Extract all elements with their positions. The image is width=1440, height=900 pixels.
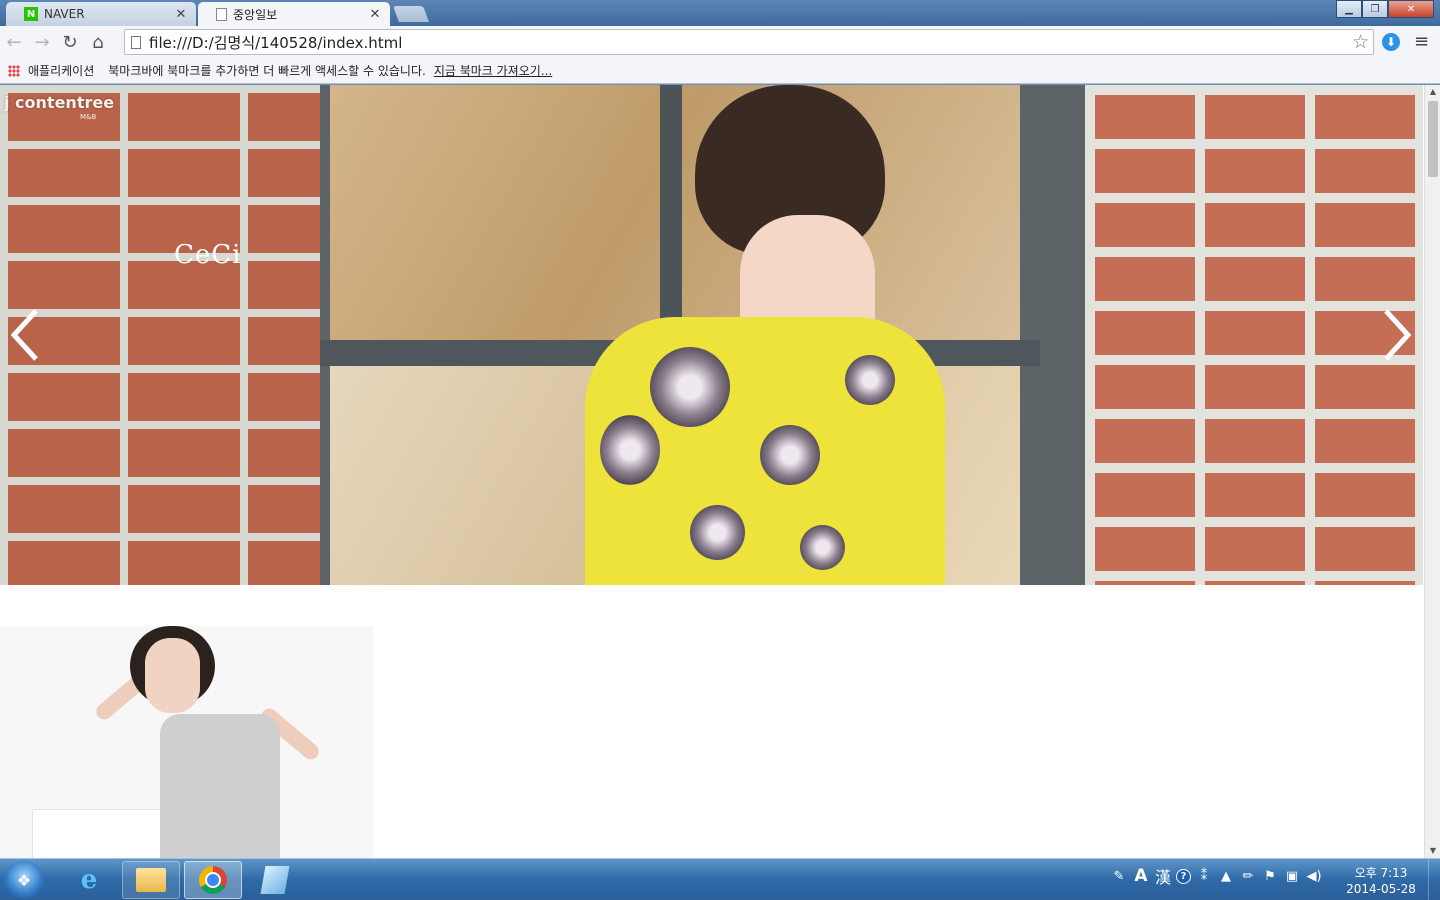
taskbar-app[interactable]	[246, 861, 304, 899]
vertical-scrollbar[interactable]: ▲ ▼	[1424, 85, 1440, 858]
thumbnail-image[interactable]	[0, 626, 373, 858]
tab-label: 중앙일보	[233, 7, 278, 22]
ceci-logo: CeCi	[174, 240, 242, 270]
arrow-right-icon: →	[34, 31, 50, 53]
scroll-up-arrow-icon[interactable]: ▲	[1425, 85, 1440, 99]
address-bar[interactable]: file:///D:/김명식/140528/index.html ☆	[124, 29, 1374, 55]
page-viewport: j contentree M&B CeCi	[0, 85, 1424, 858]
naver-favicon-icon: N	[24, 7, 38, 21]
restore-button[interactable]: ❐	[1362, 0, 1388, 18]
scroll-down-arrow-icon[interactable]: ▼	[1425, 844, 1440, 858]
brick-wall-right	[1085, 85, 1423, 585]
system-clock[interactable]: 오후 7:13 2014-05-28	[1338, 865, 1424, 897]
taskbar: ❖ e ✎ A 漢 ? ⁑ ▲ ✏ ⚑ ▣ ◀) 오후 7:13 2014-05…	[0, 858, 1440, 900]
browser-toolbar: ← → ↻ ⌂ file:///D:/김명식/140528/index.html…	[0, 26, 1440, 58]
chevron-left-icon	[10, 309, 38, 361]
download-extension-icon[interactable]: ⬇	[1382, 33, 1400, 51]
dress-flower-print	[600, 415, 660, 485]
slider-next-button[interactable]	[1380, 307, 1414, 363]
menu-icon[interactable]: ≡	[1414, 31, 1429, 52]
home-icon: ⌂	[92, 31, 104, 53]
new-tab-button[interactable]	[393, 6, 429, 22]
jcontentree-watermark: j contentree	[4, 93, 115, 112]
thumb-face	[145, 638, 200, 713]
pen-icon[interactable]: ✏	[1239, 867, 1257, 885]
dress-flower-print	[845, 355, 895, 405]
help-icon[interactable]: ?	[1176, 868, 1191, 884]
taskbar-chrome[interactable]	[184, 861, 242, 899]
apps-link[interactable]: 애플리케이션	[28, 62, 94, 79]
taskbar-explorer[interactable]	[122, 861, 180, 899]
start-button[interactable]: ❖	[4, 861, 44, 899]
brick-wall-left	[0, 85, 320, 585]
dress-flower-print	[690, 505, 745, 560]
taskbar-ie[interactable]: e	[60, 861, 118, 899]
app-icon	[260, 866, 290, 894]
minimize-button[interactable]: ▁	[1336, 0, 1362, 18]
tab-label: NAVER	[44, 7, 85, 21]
windows-logo-icon: ❖	[16, 870, 32, 890]
dress-flower-print	[650, 347, 730, 427]
scroll-thumb[interactable]	[1428, 101, 1438, 177]
import-bookmarks-link[interactable]: 지금 북마크 가져오기...	[434, 62, 552, 79]
ime-options-icon[interactable]: ⁑	[1195, 867, 1213, 885]
slider-prev-button[interactable]	[8, 307, 42, 363]
close-icon[interactable]: ✕	[368, 7, 382, 22]
thumb-pedestal	[32, 809, 177, 858]
dress-flower-print	[760, 425, 820, 485]
reload-icon: ↻	[62, 31, 78, 53]
system-tray: ✎ A 漢 ? ⁑ ▲ ✏ ⚑ ▣ ◀)	[1110, 866, 1323, 887]
show-hidden-icons-icon[interactable]: ▲	[1217, 867, 1235, 885]
url-text[interactable]: file:///D:/김명식/140528/index.html	[149, 32, 1352, 53]
arrow-left-icon: ←	[6, 31, 22, 53]
tab-joongang[interactable]: 중앙일보 ✕	[198, 2, 390, 26]
ime-hanja-icon[interactable]: 漢	[1154, 867, 1172, 887]
page-icon	[131, 35, 141, 49]
thumb-dress	[160, 714, 280, 858]
folder-icon	[136, 868, 166, 892]
apps-grid-icon[interactable]	[8, 64, 20, 77]
star-icon[interactable]: ☆	[1352, 31, 1369, 53]
dress-flower-print	[800, 525, 845, 570]
bookmarks-bar: 애플리케이션 북마크바에 북마크를 추가하면 더 빠르게 액세스할 수 있습니다…	[0, 58, 1440, 84]
clock-time: 오후 7:13	[1354, 866, 1408, 880]
close-icon[interactable]: ✕	[174, 7, 188, 22]
action-center-flag-icon[interactable]: ⚑	[1261, 867, 1279, 885]
reload-button[interactable]: ↻	[56, 28, 84, 56]
language-bar-icon[interactable]: ✎	[1110, 867, 1128, 885]
chrome-icon	[199, 866, 227, 894]
ime-mode-icon[interactable]: A	[1132, 866, 1150, 886]
watermark-sub: M&B	[80, 113, 97, 121]
show-desktop-button[interactable]	[1428, 859, 1440, 900]
back-button[interactable]: ←	[0, 28, 28, 56]
tab-naver[interactable]: N NAVER ✕	[6, 2, 196, 26]
home-button[interactable]: ⌂	[84, 28, 112, 56]
chevron-right-icon	[1384, 309, 1412, 361]
close-window-button[interactable]: ✕	[1388, 0, 1434, 18]
bookmark-hint: 북마크바에 북마크를 추가하면 더 빠르게 액세스할 수 있습니다.	[108, 64, 426, 78]
title-bar: N NAVER ✕ 중앙일보 ✕ ▁ ❐ ✕	[0, 0, 1440, 26]
volume-icon[interactable]: ◀)	[1305, 867, 1323, 885]
forward-button[interactable]: →	[28, 28, 56, 56]
internet-explorer-icon: e	[80, 865, 98, 895]
network-icon[interactable]: ▣	[1283, 867, 1301, 885]
hero-slider: j contentree M&B CeCi	[0, 85, 1423, 585]
clock-date: 2014-05-28	[1346, 882, 1416, 896]
window-controls: ▁ ❐ ✕	[1336, 0, 1434, 18]
page-favicon-icon	[216, 7, 227, 21]
